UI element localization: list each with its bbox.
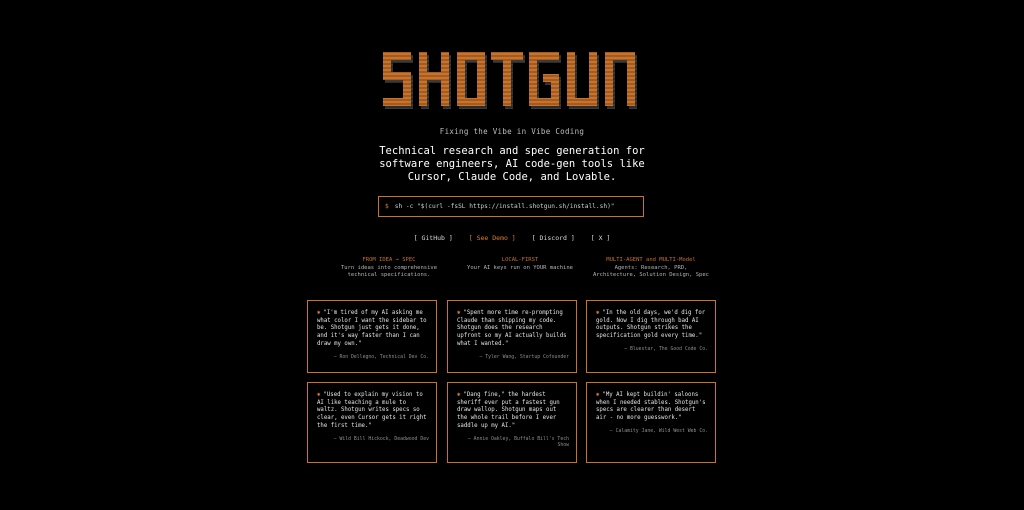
star-icon: ✱ [317, 310, 321, 316]
testimonial-card: ✱ "Dang fine," the hardest sheriff ever p… [447, 382, 577, 463]
feature-local-first: LOCAL-FIRST Your AI keys run on YOUR mac… [461, 257, 579, 272]
testimonial-author: — Calamity Jane, Wild West Web Co. [609, 428, 708, 434]
install-command[interactable]: sh -c "$(curl -fsSL https://install.shot… [395, 203, 615, 210]
testimonial-card: ✱ "Spent more time re-prompting Claude th… [447, 300, 577, 373]
discord-link[interactable]: [ Discord ] [532, 234, 575, 242]
testimonial-card: ✱ "In the old days, we'd dig for gold. No… [586, 300, 716, 373]
github-link[interactable]: [ GitHub ] [414, 234, 453, 242]
feature-title: LOCAL-FIRST [501, 257, 539, 263]
testimonial-author: — Wild Bill Hickock, Deadwood Dev [333, 436, 429, 442]
star-icon: ✱ [457, 310, 461, 316]
feature-desc: Turn ideas into comprehensive technical … [340, 264, 438, 279]
tagline: Fixing the Vibe in Vibe Coding [439, 127, 585, 136]
install-command-box[interactable]: $ sh -c "$(curl -fsSL https://install.sh… [378, 196, 644, 217]
testimonial-card: ✱ "Used to explain my vision to AI like t… [307, 382, 437, 463]
feature-multi-agent: MULTI-AGENT and MULTI-Model Agents: Rese… [592, 257, 710, 280]
feature-idea-to-spec: FROM IDEA → SPEC Turn ideas into compreh… [330, 257, 448, 280]
testimonial-author: — Ron Dellegno, Technical Dev Co. [333, 354, 429, 360]
testimonial-quote: "Dang fine," the hardest sheriff ever pu… [457, 392, 560, 429]
testimonial-quote: "My AI kept buildin' saloons when I need… [596, 392, 706, 422]
shotgun-logo [383, 52, 637, 109]
testimonial-card: ✱ "I'm tired of my AI asking me what colo… [307, 300, 437, 373]
nav-links: [ GitHub ] [ See Demo ] [ Discord ] [ X … [0, 234, 1024, 242]
feature-desc: Your AI keys run on YOUR machine [467, 264, 573, 271]
testimonial-quote: "Used to explain my vision to AI like te… [317, 392, 427, 429]
testimonial-quote: "Spent more time re-prompting Claude tha… [457, 310, 567, 347]
star-icon: ✱ [596, 310, 600, 316]
prompt-symbol: $ [385, 203, 389, 210]
see-demo-link[interactable]: [ See Demo ] [469, 234, 516, 242]
features-row: FROM IDEA → SPEC Turn ideas into compreh… [330, 257, 710, 287]
x-link[interactable]: [ X ] [591, 234, 611, 242]
star-icon: ✱ [457, 392, 461, 398]
feature-title: MULTI-AGENT and MULTI-Model [606, 257, 696, 263]
testimonial-card: ✱ "My AI kept buildin' saloons when I nee… [586, 382, 716, 463]
testimonial-author: — Annie Oakley, Buffalo Bill's Tech Show [467, 436, 569, 449]
headline: Technical research and spec generation f… [379, 145, 645, 183]
feature-desc: Agents: Research, PRD, Architecture, Sol… [593, 264, 709, 279]
testimonial-quote: "I'm tired of my AI asking me what color… [317, 310, 427, 347]
star-icon: ✱ [596, 392, 600, 398]
testimonial-quote: "In the old days, we'd dig for gold. Now… [596, 310, 706, 340]
star-icon: ✱ [317, 392, 321, 398]
feature-title: FROM IDEA → SPEC [362, 257, 416, 263]
testimonial-author: — Tyler Wang, Startup Cofounder [479, 354, 569, 360]
testimonial-author: — Bluestar, The Good Code Co. [624, 346, 708, 352]
